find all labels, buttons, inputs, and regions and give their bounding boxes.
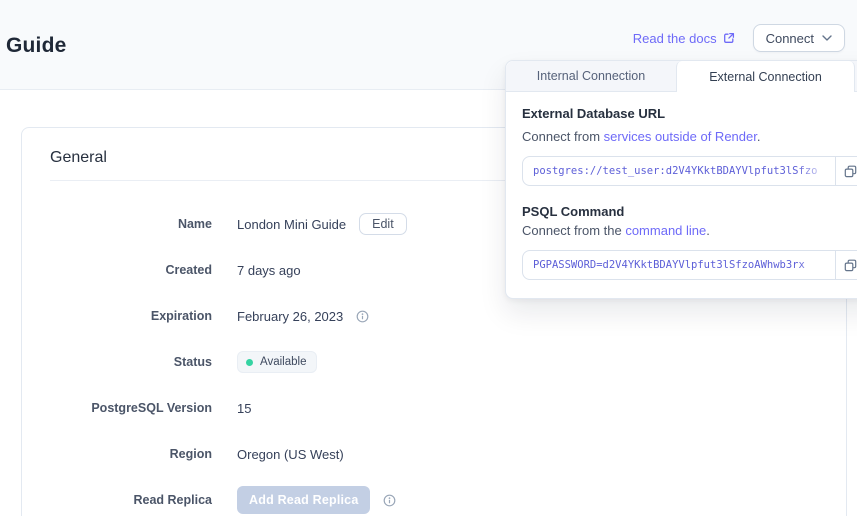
page-title: Guide: [6, 34, 67, 58]
expiration-row: Expiration February 26, 2023: [50, 293, 818, 339]
psql-command-value: PGPASSWORD=d2V4YKktBDAYVlpfut3lSfzoAWhwb…: [523, 251, 835, 279]
region-label: Region: [50, 447, 212, 461]
postgres-version-label: PostgreSQL Version: [50, 401, 212, 415]
read-replica-label: Read Replica: [50, 493, 212, 507]
status-dot-icon: [246, 359, 253, 366]
status-label: Status: [50, 355, 212, 369]
name-value: London Mini Guide: [237, 217, 346, 232]
postgres-version-value: 15: [237, 401, 251, 416]
name-label: Name: [50, 217, 212, 231]
connect-button-label: Connect: [766, 31, 814, 46]
psql-command-heading: PSQL Command: [522, 204, 857, 219]
psql-command-input[interactable]: PGPASSWORD=d2V4YKktBDAYVlpfut3lSfzoAWhwb…: [523, 251, 835, 279]
postgres-version-value-group: 15: [237, 401, 251, 416]
read-docs-label: Read the docs: [633, 31, 717, 46]
psql-desc-suffix: .: [706, 223, 710, 238]
services-outside-render-link[interactable]: services outside of Render: [604, 129, 757, 144]
read-replica-info-icon[interactable]: [383, 494, 396, 507]
copy-icon: [844, 259, 857, 272]
status-row: Status Available: [50, 339, 818, 385]
read-docs-link[interactable]: Read the docs: [633, 31, 735, 46]
expiration-info-icon[interactable]: [356, 310, 369, 323]
external-db-url-input-group: postgres://test_user:d2V4YKktBDAYVlpfut3…: [522, 156, 857, 186]
postgres-version-row: PostgreSQL Version 15: [50, 385, 818, 431]
psql-desc-prefix: Connect from the: [522, 223, 625, 238]
external-db-url-desc-suffix: .: [757, 129, 761, 144]
connect-panel-tabs: Internal Connection External Connection: [506, 61, 857, 92]
connect-panel-body: External Database URL Connect from servi…: [506, 92, 857, 298]
status-value-group: Available: [237, 351, 317, 373]
connect-panel: Internal Connection External Connection …: [505, 60, 857, 299]
tab-external-connection[interactable]: External Connection: [676, 61, 855, 92]
region-value: Oregon (US West): [237, 447, 344, 462]
external-db-url-heading: External Database URL: [522, 106, 857, 121]
edit-name-button[interactable]: Edit: [359, 213, 407, 235]
page: Guide Read the docs Connect: [0, 0, 857, 516]
copy-icon: [844, 165, 857, 178]
created-value: 7 days ago: [237, 263, 301, 278]
external-db-url-value: postgres://test_user:d2V4YKktBDAYVlpfut3…: [523, 157, 835, 185]
external-db-url-description: Connect from services outside of Render.: [522, 129, 857, 144]
connect-button[interactable]: Connect: [753, 24, 845, 52]
add-read-replica-button[interactable]: Add Read Replica: [237, 486, 370, 514]
name-value-group: London Mini Guide Edit: [237, 213, 407, 235]
read-replica-value-group: Add Read Replica: [237, 486, 396, 514]
tab-internal-connection[interactable]: Internal Connection: [506, 61, 676, 91]
status-badge-label: Available: [260, 356, 306, 368]
chevron-down-icon: [822, 35, 832, 41]
psql-command-description: Connect from the command line.: [522, 223, 857, 238]
copy-psql-button[interactable]: [835, 251, 857, 279]
created-value-group: 7 days ago: [237, 263, 301, 278]
external-link-icon: [723, 32, 735, 44]
status-badge: Available: [237, 351, 317, 373]
header-actions: Read the docs Connect: [633, 24, 845, 52]
read-replica-row: Read Replica Add Read Replica: [50, 477, 818, 516]
command-line-link[interactable]: command line: [625, 223, 706, 238]
expiration-value: February 26, 2023: [237, 309, 343, 324]
created-label: Created: [50, 263, 212, 277]
psql-command-input-group: PGPASSWORD=d2V4YKktBDAYVlpfut3lSfzoAWhwb…: [522, 250, 857, 280]
region-value-group: Oregon (US West): [237, 447, 344, 462]
region-row: Region Oregon (US West): [50, 431, 818, 477]
expiration-value-group: February 26, 2023: [237, 309, 369, 324]
external-db-url-desc-prefix: Connect from: [522, 129, 604, 144]
copy-db-url-button[interactable]: [835, 157, 857, 185]
expiration-label: Expiration: [50, 309, 212, 323]
external-db-url-input[interactable]: postgres://test_user:d2V4YKktBDAYVlpfut3…: [523, 157, 835, 185]
